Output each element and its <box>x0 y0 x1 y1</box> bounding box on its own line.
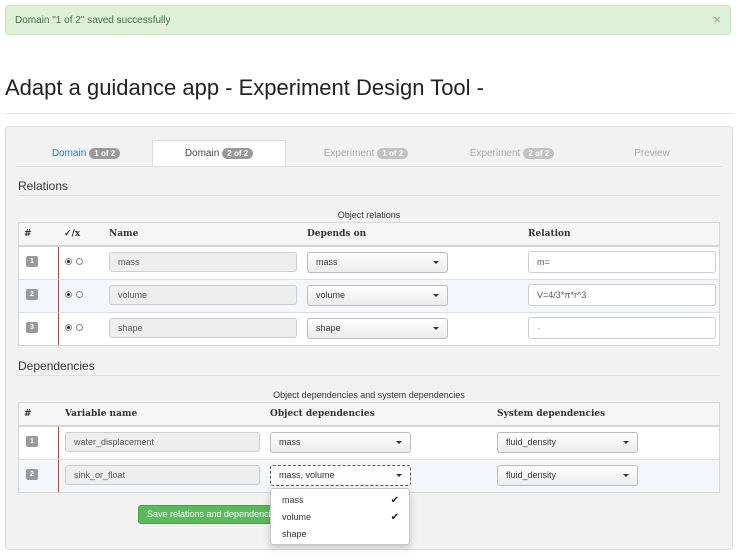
row-index-badge: 2 <box>26 469 38 480</box>
system-dependencies-select[interactable]: fluid_density <box>497 465 638 486</box>
table-header: # ✓/x Name Depends on Relation <box>19 223 719 247</box>
check-icon: ✔ <box>390 512 399 523</box>
wizard-panel: Domain 1 of 2 Domain 2 of 2 Experiment 1… <box>5 126 733 550</box>
tab-label: Domain <box>184 148 220 159</box>
caret-down-icon <box>396 441 402 444</box>
table-header: # Variable name Object dependencies Syst… <box>19 403 719 427</box>
caret-down-icon <box>433 261 439 264</box>
tab-badge: 2 of 2 <box>222 148 254 159</box>
tab-label: Experiment <box>469 147 521 159</box>
tab-experiment-1[interactable]: Experiment 1 of 2 <box>296 140 436 166</box>
tab-label: Experiment <box>323 147 375 159</box>
dropdown-option-mass[interactable]: mass ✔ <box>271 492 409 509</box>
check-radio[interactable] <box>65 324 72 331</box>
object-dependencies-select[interactable]: mass, volume <box>270 465 411 486</box>
alert-message: Domain "1 of 2" saved successfully <box>15 15 171 26</box>
success-alert: Domain "1 of 2" saved successfully × <box>5 5 731 35</box>
relations-title: Relations <box>18 179 69 193</box>
depends-on-select[interactable]: mass <box>307 252 448 273</box>
column-header: Name <box>109 229 139 239</box>
column-header: Variable name <box>65 409 138 419</box>
row-index-badge: 1 <box>26 256 38 267</box>
relation-input[interactable]: - <box>528 317 716 339</box>
table-row: 1 water_displacement mass fluid_density <box>19 427 719 460</box>
title-divider <box>5 113 733 114</box>
variable-name-field: sink_or_float <box>65 465 260 485</box>
cross-radio[interactable] <box>76 258 83 265</box>
section-divider <box>18 195 720 196</box>
column-header: # <box>24 229 32 239</box>
cross-radio[interactable] <box>76 291 83 298</box>
tab-preview[interactable]: Preview <box>582 140 722 166</box>
row-index-badge: 1 <box>26 436 38 447</box>
caret-down-icon <box>433 294 439 297</box>
variable-name-field: water_displacement <box>65 432 260 452</box>
dropdown-option-shape[interactable]: shape <box>271 526 409 543</box>
section-divider <box>18 375 720 376</box>
dropdown-option-volume[interactable]: volume ✔ <box>271 509 409 526</box>
tab-badge: 1 of 2 <box>89 147 121 159</box>
column-header: Object dependencies <box>270 409 375 419</box>
table-row: 1 mass mass m= <box>19 247 719 280</box>
dependencies-caption: Object dependencies and system dependenc… <box>273 390 465 400</box>
relations-table: # ✓/x Name Depends on Relation 1 mass ma… <box>18 222 720 346</box>
tab-experiment-2[interactable]: Experiment 2 of 2 <box>442 140 582 166</box>
cross-radio[interactable] <box>76 324 83 331</box>
column-header: # <box>24 409 32 419</box>
check-radio[interactable] <box>65 258 72 265</box>
dependencies-table: # Variable name Object dependencies Syst… <box>18 402 720 493</box>
row-index-badge: 2 <box>26 289 38 300</box>
tab-badge: 2 of 2 <box>523 147 555 159</box>
dependencies-title: Dependencies <box>18 359 95 373</box>
check-radio[interactable] <box>65 291 72 298</box>
caret-down-icon <box>623 474 629 477</box>
object-dependencies-select[interactable]: mass <box>270 432 411 453</box>
column-header: ✓/x <box>64 229 81 239</box>
name-field: mass <box>109 252 297 272</box>
column-header: Depends on <box>307 229 367 239</box>
caret-down-icon <box>433 327 439 330</box>
name-field: shape <box>109 318 297 338</box>
tab-label: Domain <box>51 147 87 159</box>
depends-on-select[interactable]: shape <box>307 318 448 339</box>
column-header: Relation <box>528 229 571 239</box>
tab-domain-2[interactable]: Domain 2 of 2 <box>152 140 286 166</box>
check-icon: ✔ <box>390 495 399 506</box>
table-row: 3 shape shape - <box>19 313 719 345</box>
caret-down-icon <box>396 474 402 477</box>
name-field: volume <box>109 285 297 305</box>
tab-label: Preview <box>634 147 670 159</box>
table-row: 2 volume volume V=4/3*π*r^3 <box>19 280 719 313</box>
depends-on-select[interactable]: volume <box>307 285 448 306</box>
column-header: System dependencies <box>497 409 606 419</box>
tab-badge: 1 of 2 <box>377 147 409 159</box>
object-dependencies-dropdown: mass ✔ volume ✔ shape <box>270 488 410 545</box>
caret-down-icon <box>623 441 629 444</box>
row-index-badge: 3 <box>26 322 38 333</box>
relation-input[interactable]: m= <box>528 251 716 273</box>
relation-input[interactable]: V=4/3*π*r^3 <box>528 284 716 306</box>
object-relations-caption: Object relations <box>337 210 401 220</box>
close-icon[interactable]: × <box>713 13 721 26</box>
page-title: Adapt a guidance app - Experiment Design… <box>5 75 484 100</box>
system-dependencies-select[interactable]: fluid_density <box>497 432 638 453</box>
tab-divider <box>16 166 722 167</box>
tab-domain-1[interactable]: Domain 1 of 2 <box>16 140 156 166</box>
